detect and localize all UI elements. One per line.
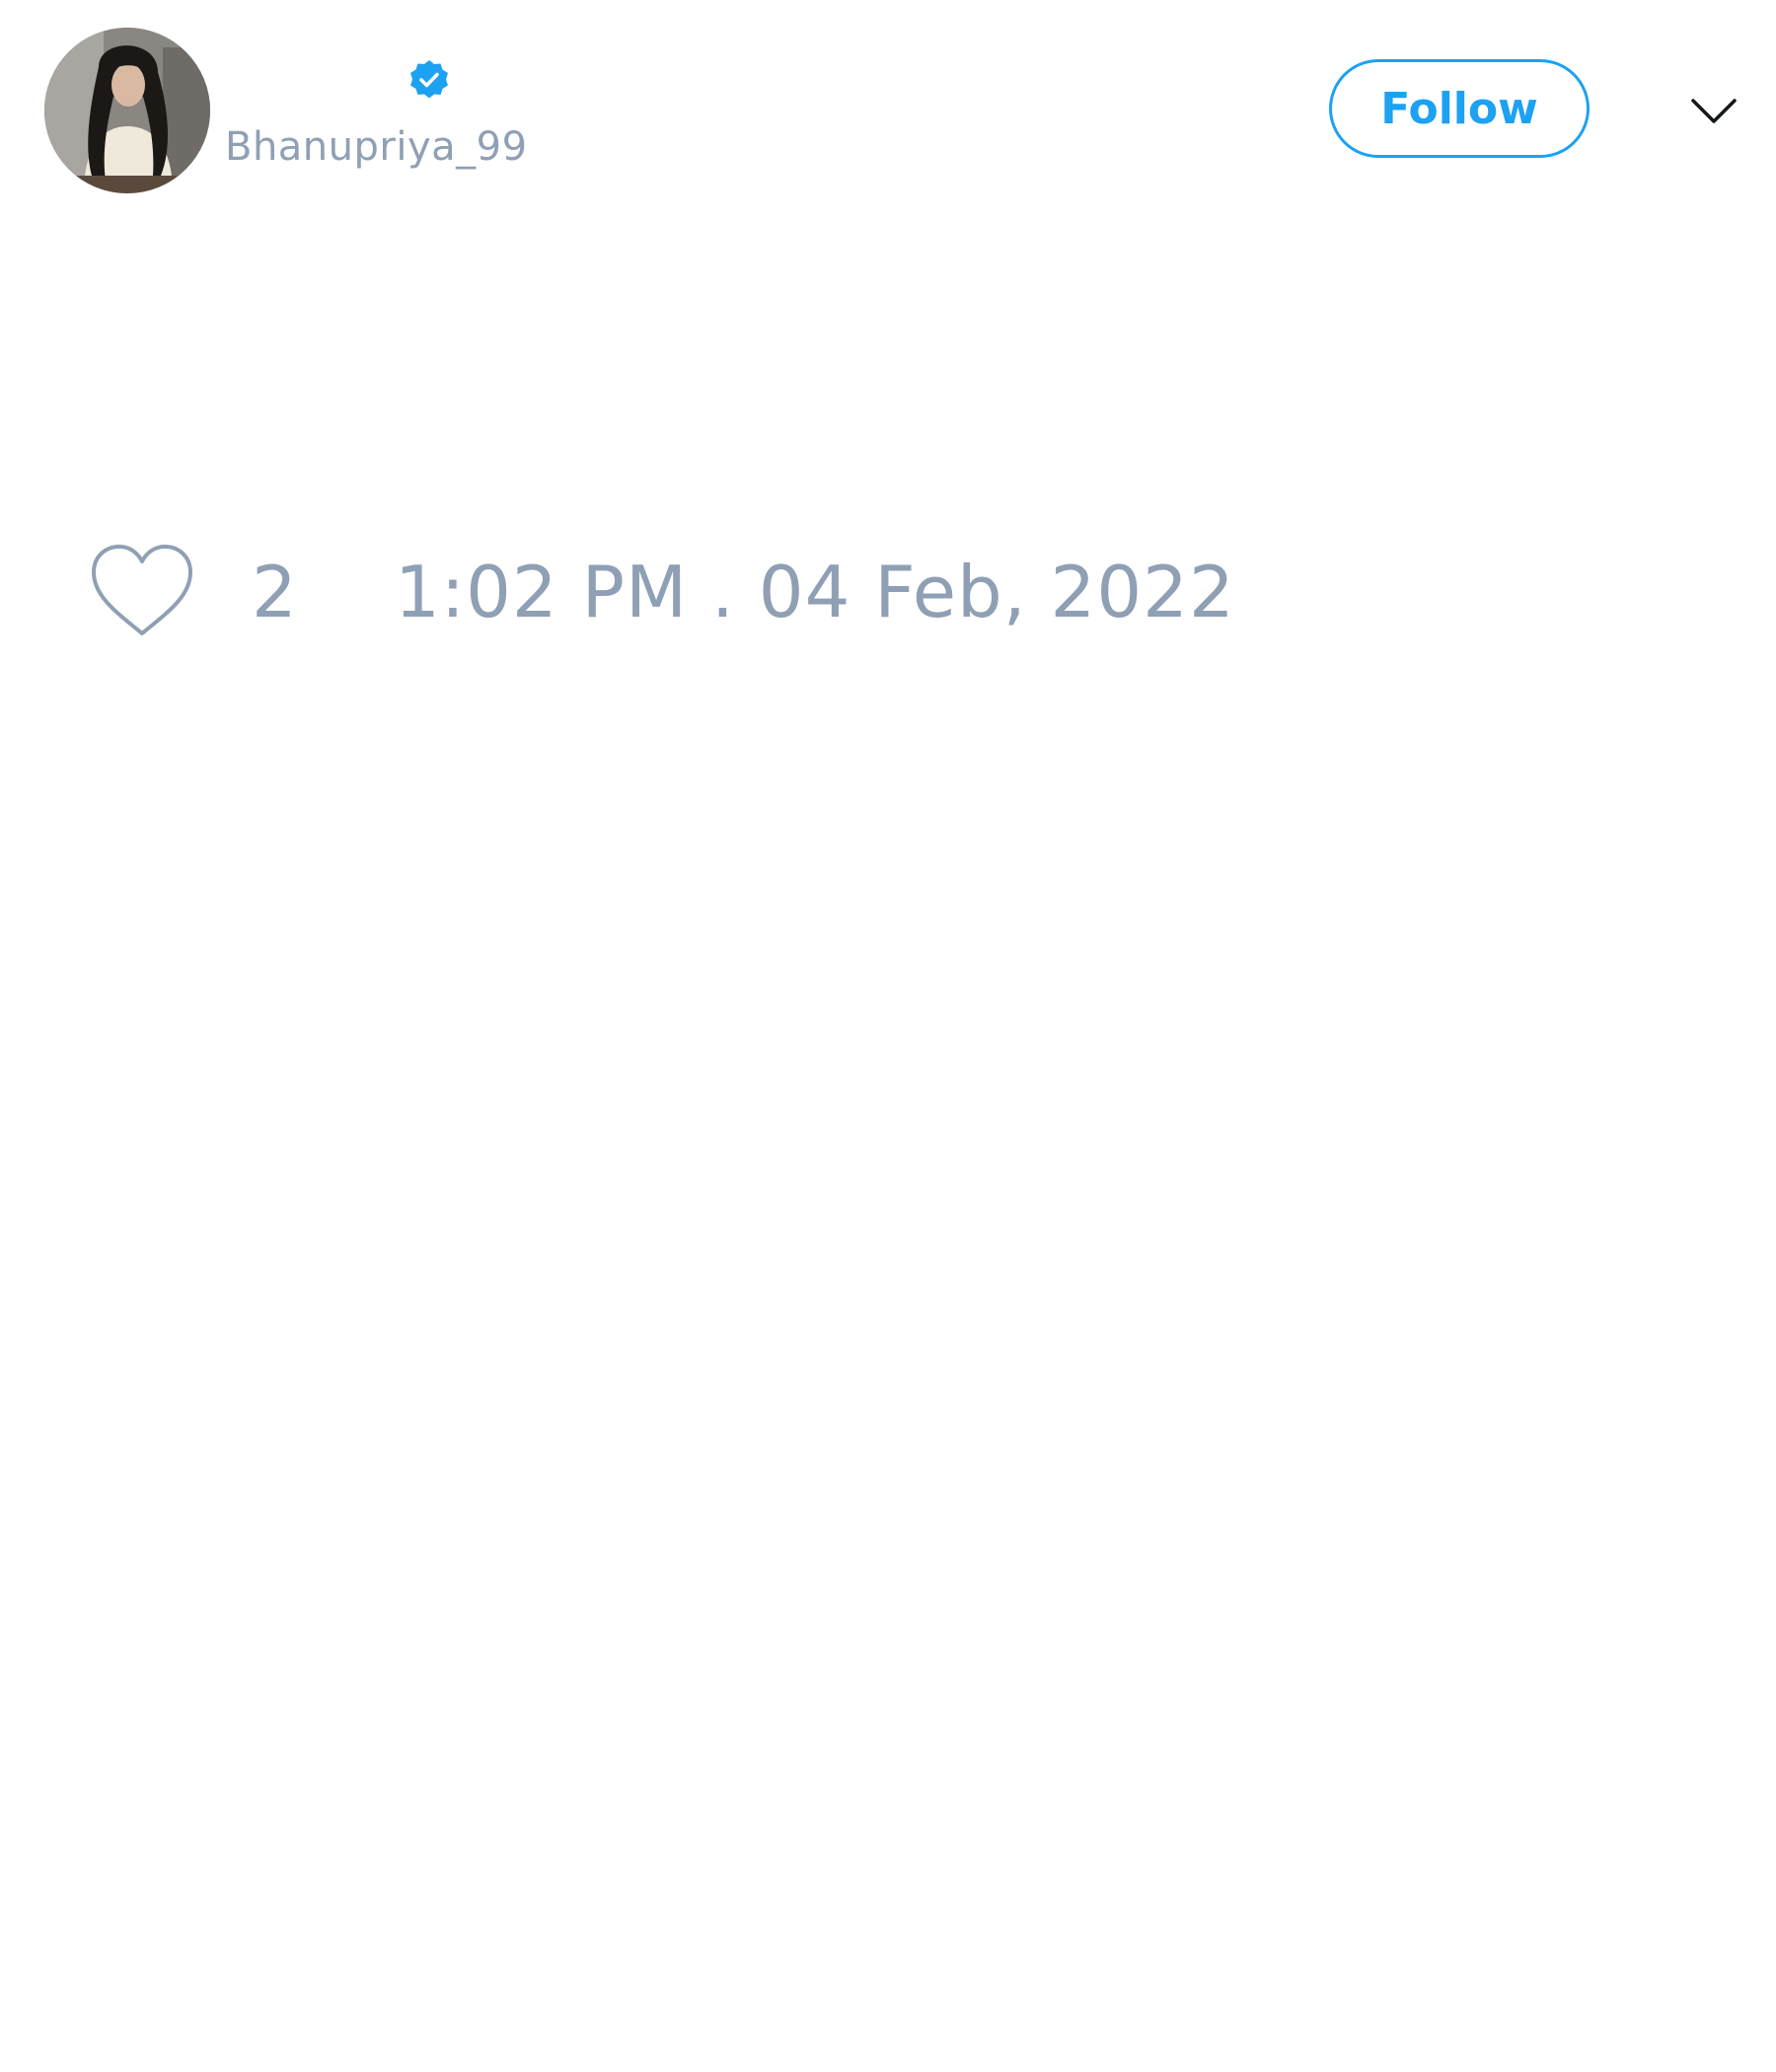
user-info: Bhanupriya_99 bbox=[225, 49, 817, 187]
avatar-image bbox=[44, 28, 210, 193]
avatar[interactable] bbox=[44, 28, 210, 193]
heart-outline-icon[interactable] bbox=[89, 543, 195, 639]
verified-badge-icon bbox=[406, 57, 453, 105]
follow-button[interactable]: Follow bbox=[1329, 59, 1590, 158]
tweet-timestamp[interactable]: 1:02 PM . 04 Feb, 2022 bbox=[395, 543, 1235, 641]
user-handle[interactable]: Bhanupriya_99 bbox=[225, 124, 528, 170]
tweet-card: Bhanupriya_99 Follow 2 1:02 PM . 04 Feb,… bbox=[0, 0, 1776, 2072]
like-count: 2 bbox=[252, 551, 297, 633]
chevron-down-icon[interactable] bbox=[1689, 87, 1739, 136]
tweet-header: Bhanupriya_99 Follow bbox=[0, 0, 1776, 227]
tweet-footer: 2 1:02 PM . 04 Feb, 2022 bbox=[0, 533, 1776, 651]
